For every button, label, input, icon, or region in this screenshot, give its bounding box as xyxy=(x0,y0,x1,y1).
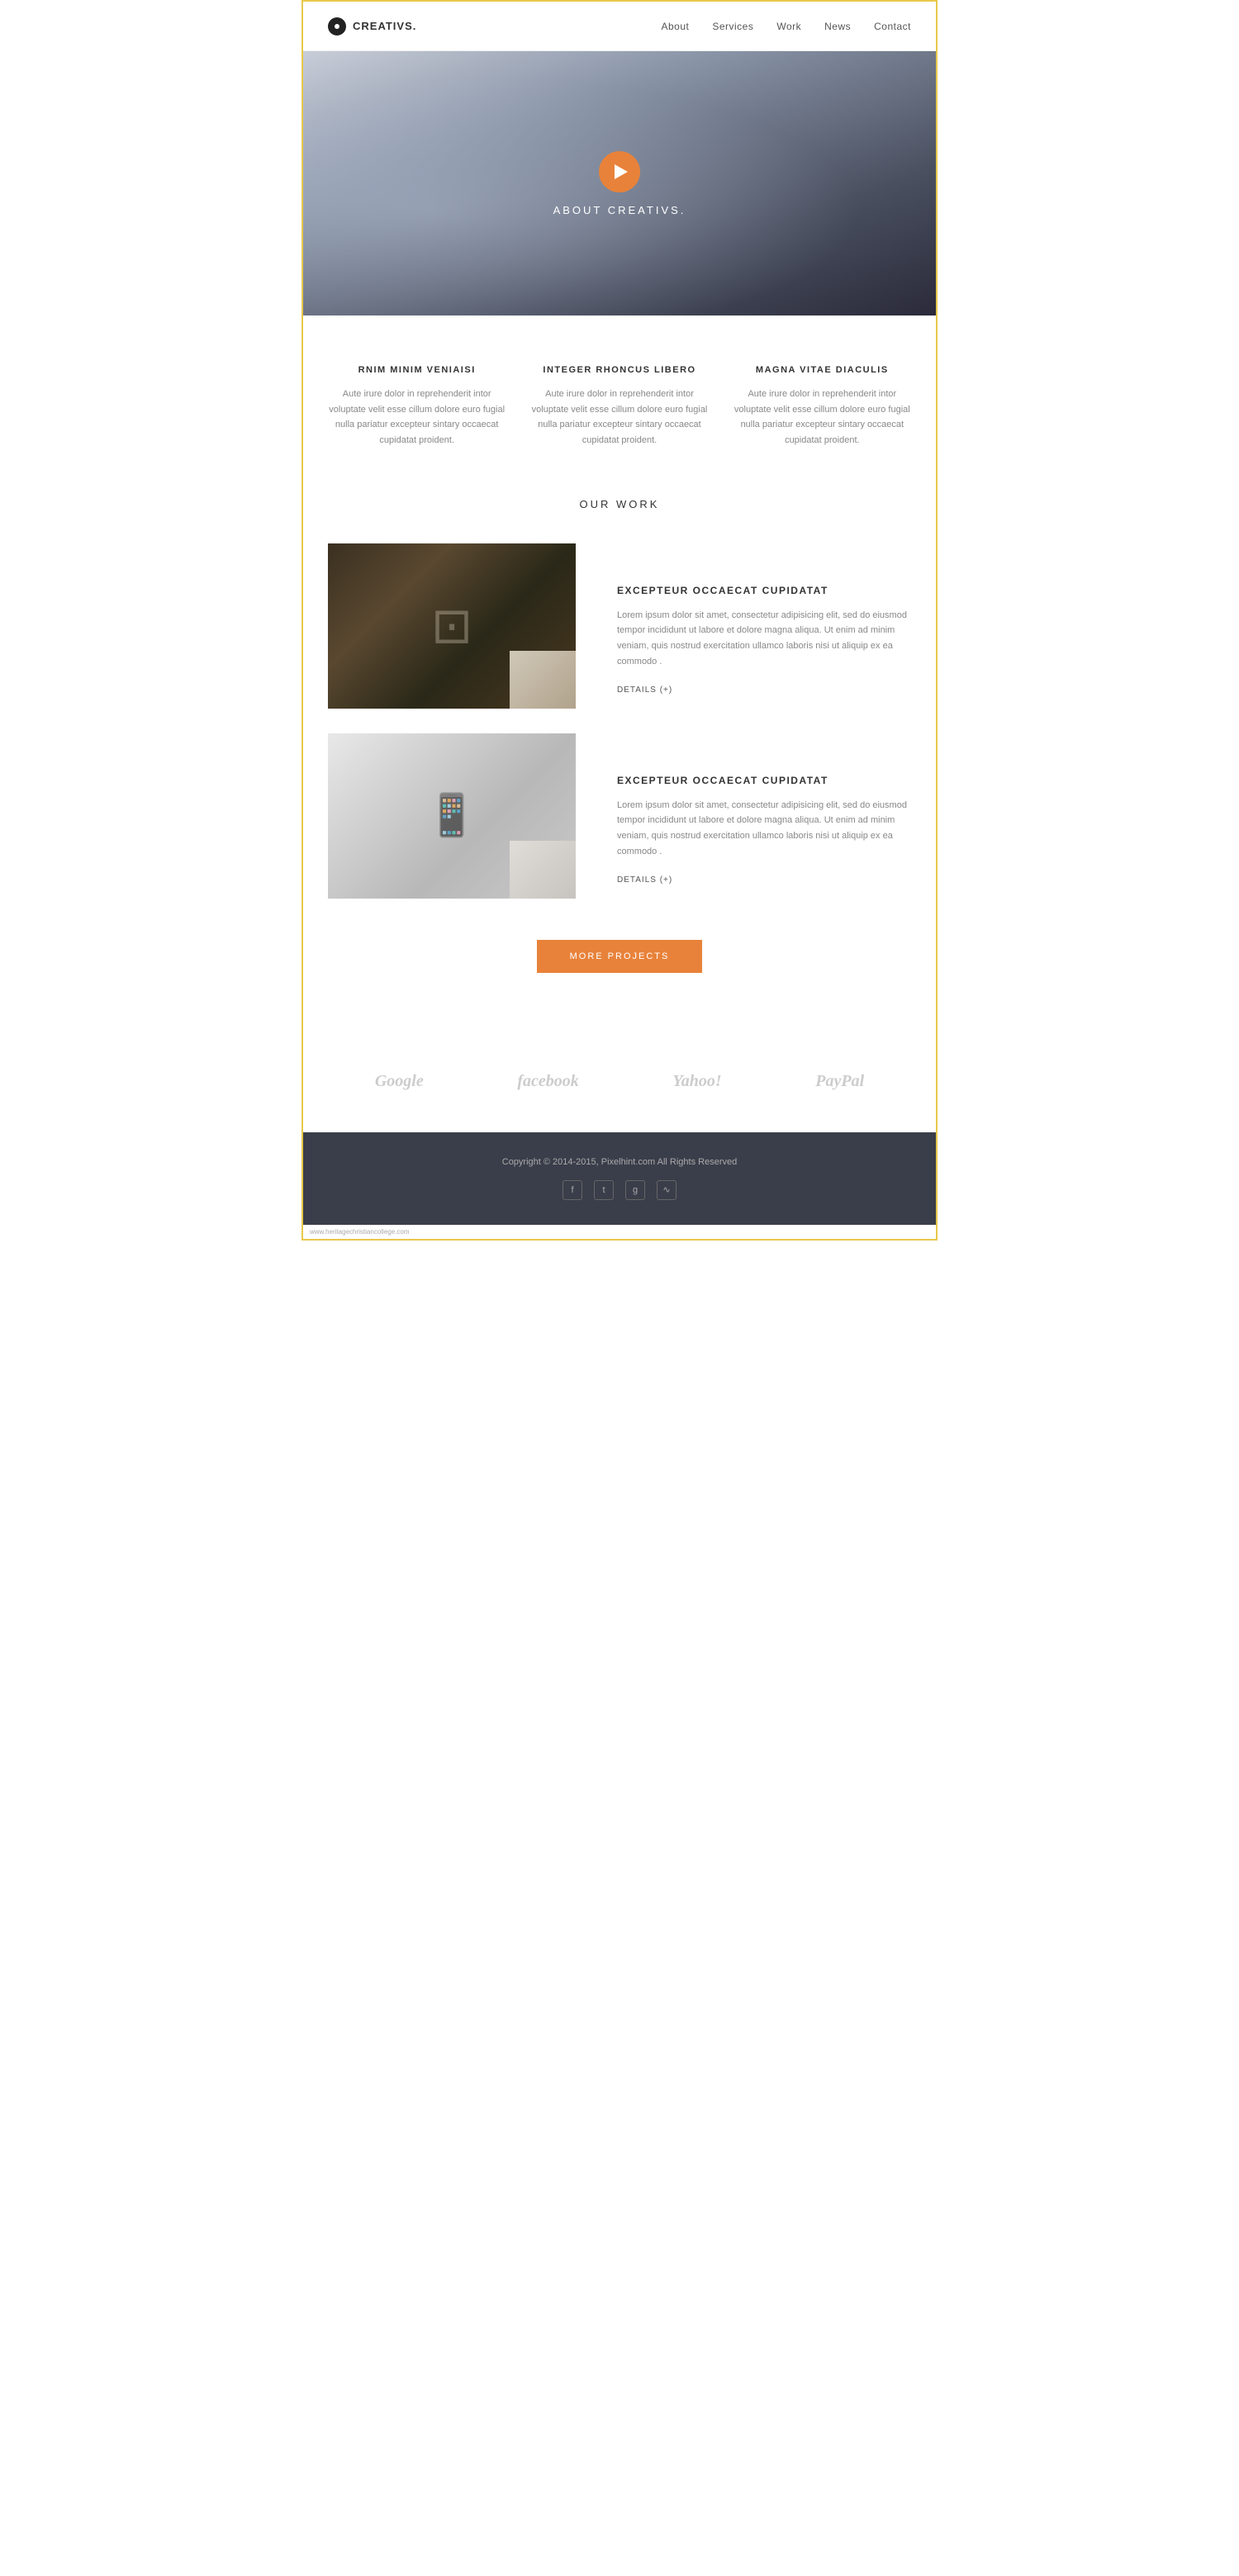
nav-contact[interactable]: Contact xyxy=(874,21,911,32)
logo-google: Google xyxy=(375,1072,424,1091)
features-section: RNIM MINIM VENIAISI Aute irure dolor in … xyxy=(303,315,936,482)
footer-copyright: Copyright © 2014-2015, Pixelhint.com All… xyxy=(328,1157,911,1167)
work-details-link-2[interactable]: DETAILS (+) xyxy=(617,875,672,885)
watermark: www.heritagechristiancollege.com xyxy=(303,1225,936,1239)
feature-3-title: MAGNA VITAE DIACULIS xyxy=(733,365,911,375)
logos-section: Google facebook Yahoo! PayPal xyxy=(303,1047,936,1132)
our-work-title: OUR WORK xyxy=(328,498,911,510)
navbar: CREATIVS. About Services Work News Conta… xyxy=(303,2,936,51)
nav-services[interactable]: Services xyxy=(712,21,753,32)
nav-work[interactable]: Work xyxy=(776,21,801,32)
work-content-2: EXCEPTEUR OCCAECAT CUPIDATAT Lorem ipsum… xyxy=(576,733,911,886)
work-details-link-1[interactable]: DETAILS (+) xyxy=(617,686,672,695)
nav-about[interactable]: About xyxy=(661,21,689,32)
logo-paypal: PayPal xyxy=(815,1072,864,1091)
more-projects-button[interactable]: MORE PROJECTS xyxy=(537,940,703,973)
more-projects-wrap: MORE PROJECTS xyxy=(328,923,911,1014)
work-image-2-phone xyxy=(328,733,576,899)
feature-3-text: Aute irure dolor in reprehenderit intor … xyxy=(733,387,911,448)
logo-facebook: facebook xyxy=(517,1072,578,1091)
feature-2-title: INTEGER RHONCUS LIBERO xyxy=(530,365,708,375)
work-image-2-small xyxy=(510,841,576,899)
work-image-1-small xyxy=(510,651,576,709)
social-twitter-icon[interactable]: t xyxy=(594,1180,614,1200)
feature-3: MAGNA VITAE DIACULIS Aute irure dolor in… xyxy=(733,365,911,448)
work-title-1: EXCEPTEUR OCCAECAT CUPIDATAT xyxy=(617,585,911,596)
work-text-1: Lorem ipsum dolor sit amet, consectetur … xyxy=(617,608,911,670)
feature-1-text: Aute irure dolor in reprehenderit intor … xyxy=(328,387,506,448)
work-item-1: EXCEPTEUR OCCAECAT CUPIDATAT Lorem ipsum… xyxy=(328,543,911,709)
social-gplus-icon[interactable]: g xyxy=(625,1180,645,1200)
our-work-section: OUR WORK EXCEPTEUR OCCAECAT CUPIDATAT Lo… xyxy=(303,482,936,1047)
hero-section: ABOUT CREATIVS. xyxy=(303,51,936,315)
watermark-text: www.heritagechristiancollege.com xyxy=(310,1228,410,1236)
social-facebook-icon[interactable]: f xyxy=(563,1180,582,1200)
play-button[interactable] xyxy=(599,151,640,192)
logo-text: CREATIVS. xyxy=(353,20,416,32)
work-image-1-laptop xyxy=(328,543,576,709)
footer-socials: f t g ∿ xyxy=(328,1180,911,1200)
logo-dot-icon xyxy=(328,17,346,36)
nav-links: About Services Work News Contact xyxy=(661,21,911,32)
footer-copy-text: Copyright © 2014-2015, Pixelhint.com All… xyxy=(502,1157,737,1167)
work-content-1: EXCEPTEUR OCCAECAT CUPIDATAT Lorem ipsum… xyxy=(576,543,911,696)
feature-2: INTEGER RHONCUS LIBERO Aute irure dolor … xyxy=(530,365,708,448)
logo[interactable]: CREATIVS. xyxy=(328,17,416,36)
social-rss-icon[interactable]: ∿ xyxy=(657,1180,676,1200)
feature-1-title: RNIM MINIM VENIAISI xyxy=(328,365,506,375)
feature-1: RNIM MINIM VENIAISI Aute irure dolor in … xyxy=(328,365,506,448)
work-item-2: EXCEPTEUR OCCAECAT CUPIDATAT Lorem ipsum… xyxy=(328,733,911,899)
feature-2-text: Aute irure dolor in reprehenderit intor … xyxy=(530,387,708,448)
nav-news[interactable]: News xyxy=(824,21,851,32)
work-text-2: Lorem ipsum dolor sit amet, consectetur … xyxy=(617,798,911,860)
hero-title: ABOUT CREATIVS. xyxy=(553,204,686,216)
footer: Copyright © 2014-2015, Pixelhint.com All… xyxy=(303,1132,936,1225)
logo-yahoo: Yahoo! xyxy=(672,1072,721,1091)
work-title-2: EXCEPTEUR OCCAECAT CUPIDATAT xyxy=(617,775,911,786)
